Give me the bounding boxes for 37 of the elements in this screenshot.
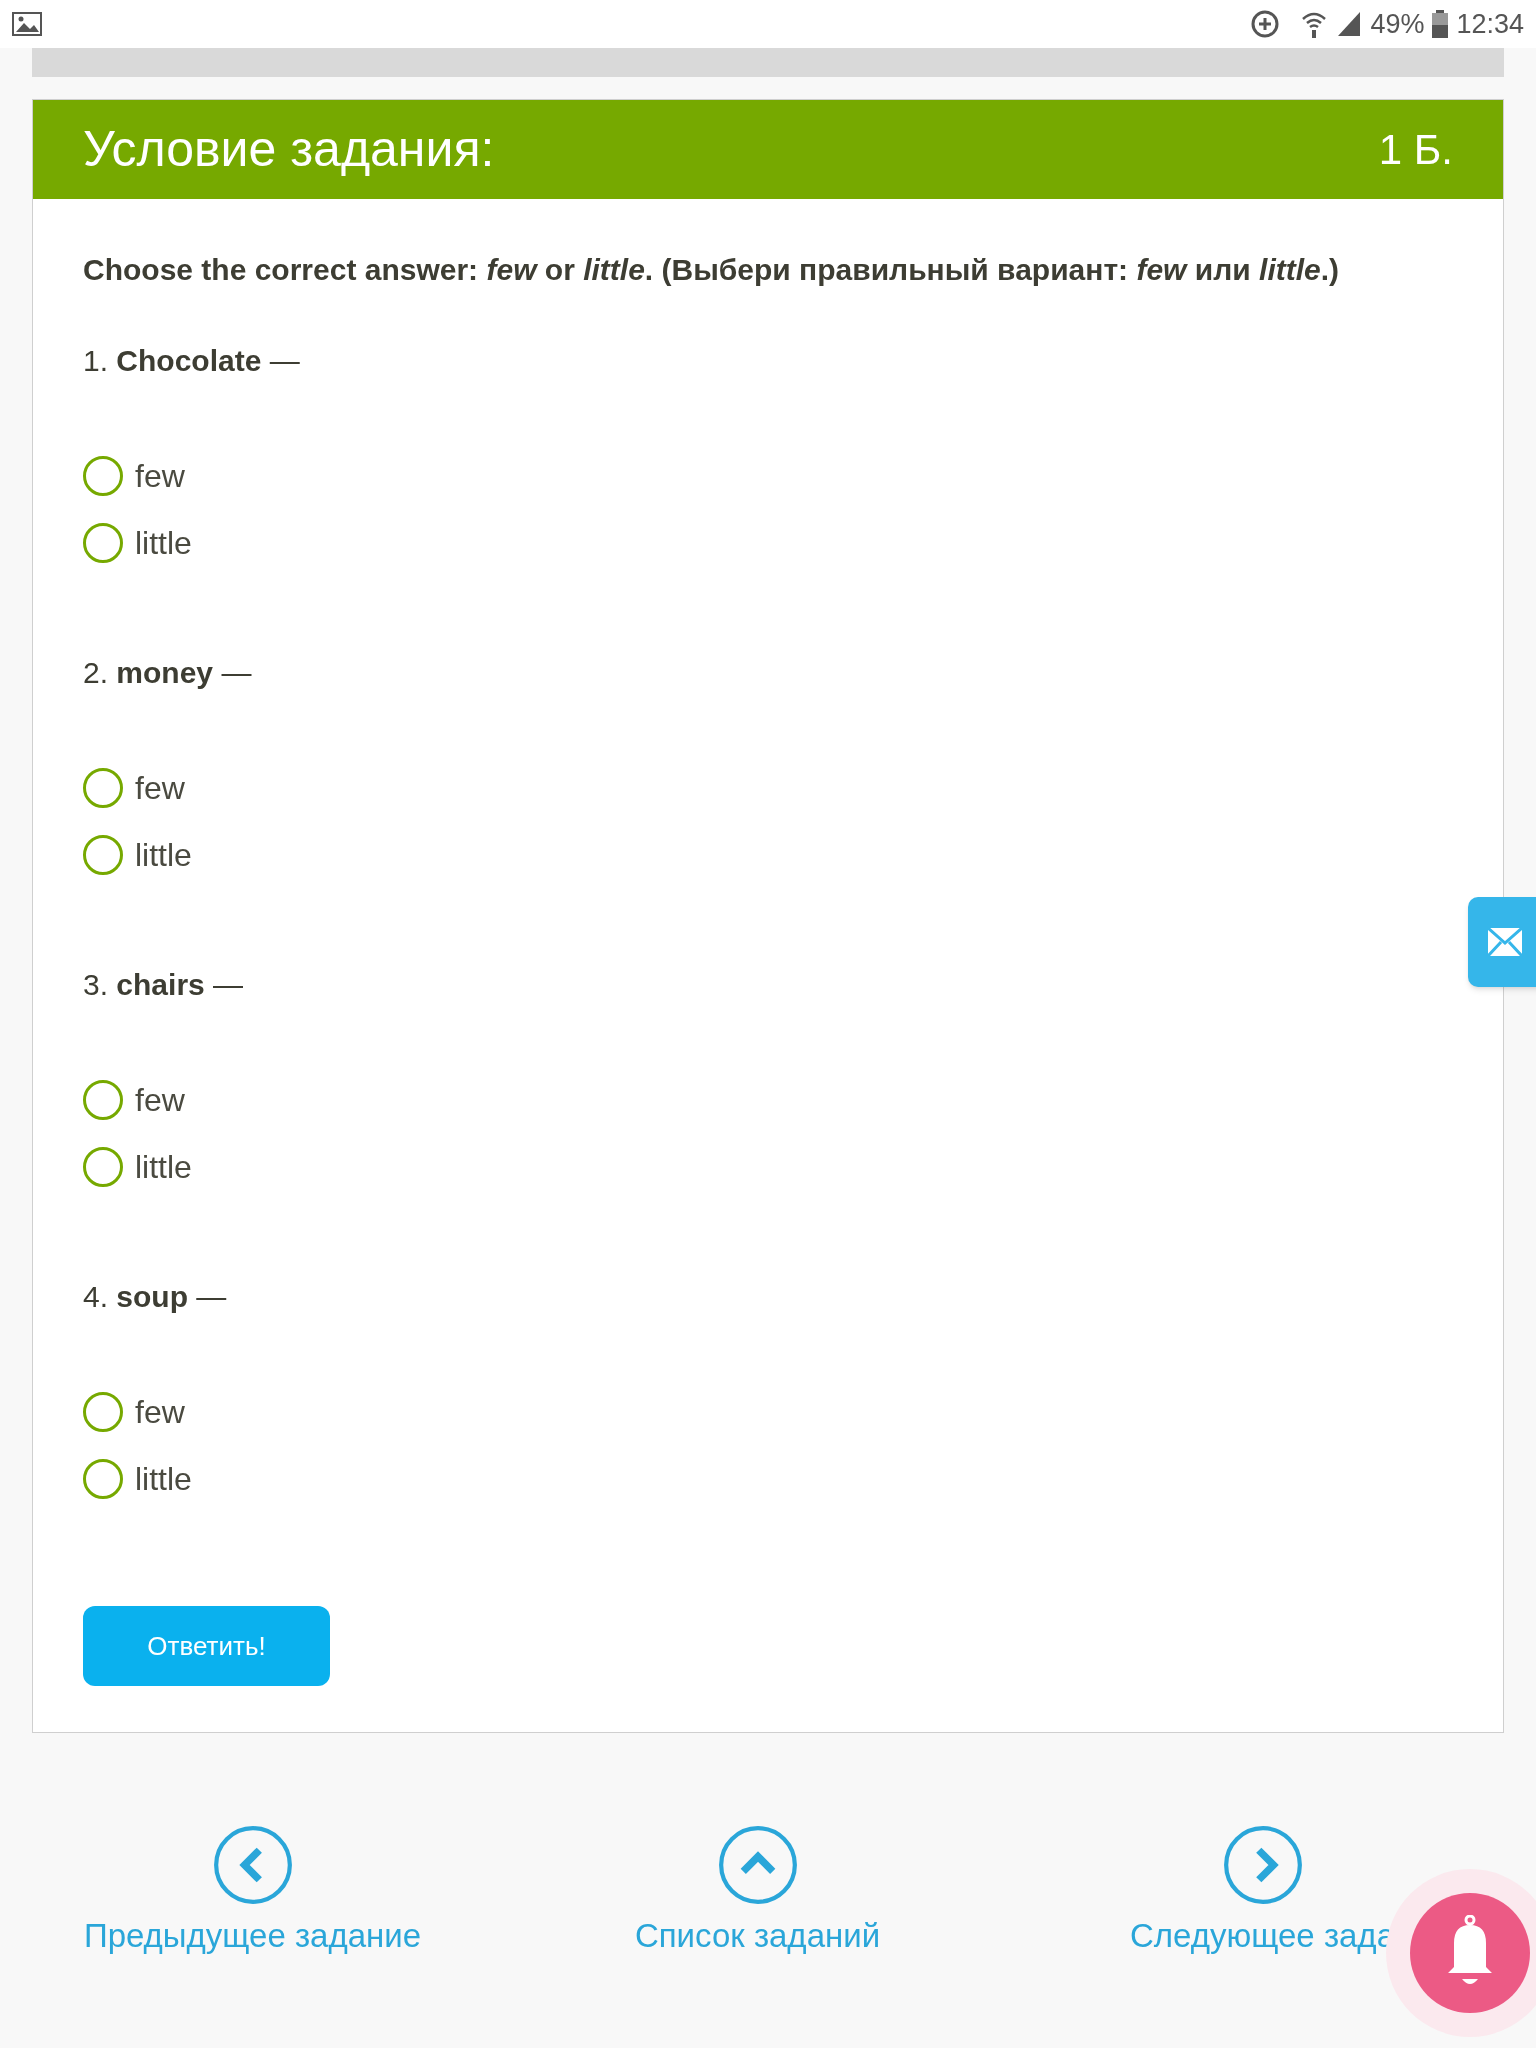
task-points: 1 Б. xyxy=(1378,125,1453,175)
battery-icon xyxy=(1432,10,1449,38)
option-label: little xyxy=(135,1148,192,1187)
option-label: few xyxy=(135,769,185,808)
task-title: Условие задания: xyxy=(83,120,495,179)
nav-link[interactable]: Предыдущее задание xyxy=(83,1911,422,1961)
submit-button[interactable]: Ответить! xyxy=(83,1606,330,1686)
radio-button[interactable] xyxy=(83,1147,123,1187)
option-label: few xyxy=(135,457,185,496)
chevron-right-icon[interactable] xyxy=(1222,1825,1303,1905)
radio-button[interactable] xyxy=(83,1459,123,1499)
chevron-up-icon[interactable] xyxy=(717,1825,798,1905)
nav-link[interactable]: Список заданий xyxy=(634,1911,881,1961)
battery-percent: 49% xyxy=(1370,7,1425,41)
signal-icon xyxy=(1336,10,1363,38)
radio-button[interactable] xyxy=(83,523,123,563)
radio-button[interactable] xyxy=(83,1392,123,1432)
task-instruction: Choose the correct answer: few or little. (Выбери правильный вариант: few или little.) xyxy=(83,252,1341,288)
question-text: 1. Chocolate — xyxy=(83,343,301,379)
radio-button[interactable] xyxy=(83,768,123,808)
option-label: little xyxy=(135,524,192,563)
radio-button[interactable] xyxy=(83,835,123,875)
option-label: few xyxy=(135,1393,185,1432)
question-text: 2. money — xyxy=(83,655,253,691)
sync-icon xyxy=(1250,9,1281,39)
radio-button[interactable] xyxy=(83,456,123,496)
option-label: few xyxy=(135,1081,185,1120)
clock: 12:34 xyxy=(1456,7,1524,41)
mail-tab[interactable] xyxy=(1468,897,1536,987)
mail-icon xyxy=(1488,928,1522,956)
radio-button[interactable] xyxy=(83,1080,123,1120)
option-label: little xyxy=(135,1460,192,1499)
image-icon xyxy=(12,12,42,36)
question-text: 4. soup — xyxy=(83,1279,228,1315)
option-label: little xyxy=(135,836,192,875)
chevron-left-icon[interactable] xyxy=(212,1825,293,1905)
question-text: 3. chairs — xyxy=(83,967,245,1003)
